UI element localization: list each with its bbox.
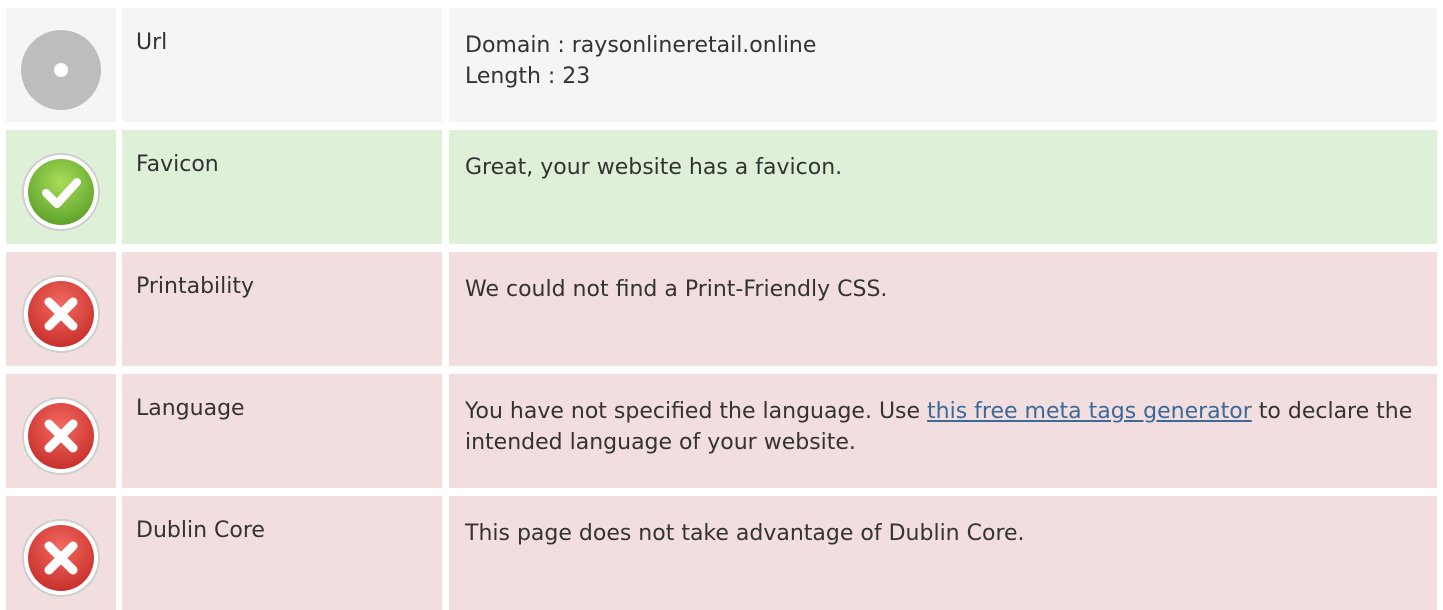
status-cell — [6, 130, 116, 244]
status-cell — [6, 252, 116, 366]
status-cell — [6, 374, 116, 488]
error-x-icon — [21, 274, 101, 354]
length-text: Length : 23 — [465, 64, 591, 89]
result-row-dublin-core: Dublin Core This page does not take adva… — [0, 496, 1443, 610]
row-label: Favicon — [122, 130, 442, 244]
result-row-printability: Printability We could not find a Print-F… — [0, 252, 1443, 366]
row-value: This page does not take advantage of Dub… — [449, 496, 1437, 610]
row-value: We could not find a Print-Friendly CSS. — [449, 252, 1437, 366]
row-label: Dublin Core — [122, 496, 442, 610]
result-row-language: Language You have not specified the lang… — [0, 374, 1443, 488]
language-text-before: You have not specified the language. Use — [465, 399, 928, 424]
domain-text: Domain : raysonlineretail.online — [465, 33, 817, 58]
meta-tags-generator-link[interactable]: this free meta tags generator — [927, 399, 1252, 424]
status-cell — [6, 496, 116, 610]
check-icon — [21, 152, 101, 232]
row-label: Printability — [122, 252, 442, 366]
error-x-icon — [21, 518, 101, 598]
error-x-icon — [21, 396, 101, 476]
neutral-dot-icon — [21, 30, 101, 110]
result-row-url: Url Domain : raysonlineretail.online Len… — [0, 8, 1443, 122]
row-value: Domain : raysonlineretail.online Length … — [449, 8, 1437, 122]
row-value: Great, your website has a favicon. — [449, 130, 1437, 244]
row-label: Language — [122, 374, 442, 488]
result-row-favicon: Favicon Great, your website has a favico… — [0, 130, 1443, 244]
row-label: Url — [122, 8, 442, 122]
row-value: You have not specified the language. Use… — [449, 374, 1437, 488]
status-cell — [6, 8, 116, 122]
